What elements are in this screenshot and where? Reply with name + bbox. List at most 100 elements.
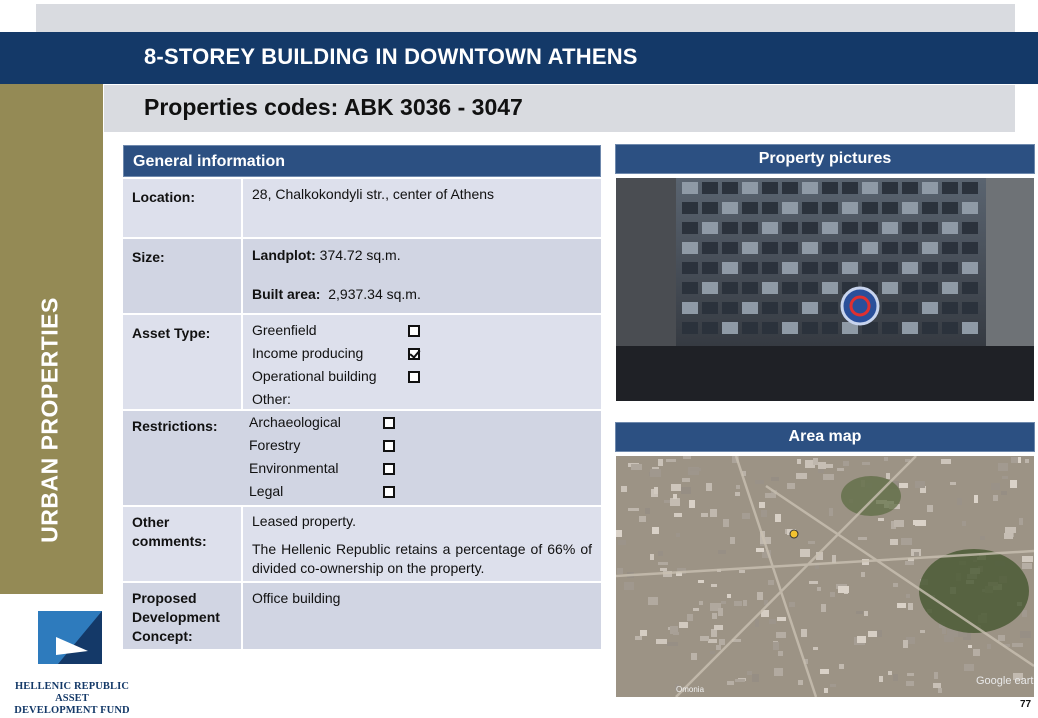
map-city-block	[809, 581, 818, 584]
map-city-block	[710, 651, 715, 654]
map-city-block	[624, 582, 634, 590]
building-window	[802, 262, 818, 274]
map-city-block	[654, 487, 658, 494]
building-window	[782, 302, 798, 314]
building-window	[902, 302, 918, 314]
map-city-block	[761, 510, 767, 517]
building-window	[702, 222, 718, 234]
building-window	[782, 242, 798, 254]
building-window	[842, 182, 858, 194]
building-window	[962, 182, 978, 194]
building-window	[922, 182, 938, 194]
building-window	[942, 202, 958, 214]
building-window	[742, 242, 758, 254]
area-map: Omonia Google earth	[616, 456, 1034, 697]
map-city-block	[962, 521, 966, 526]
building-window	[922, 222, 938, 234]
map-city-block	[1022, 610, 1027, 617]
building-window	[822, 322, 838, 334]
properties-codes: Properties codes: ABK 3036 - 3047	[144, 94, 523, 120]
map-city-block	[798, 680, 803, 685]
archaeological-checkbox[interactable]	[383, 416, 395, 429]
map-city-block	[913, 520, 924, 525]
map-city-block	[666, 459, 676, 462]
map-city-block	[897, 603, 906, 608]
building-window	[682, 302, 698, 314]
map-city-block	[927, 505, 933, 512]
building-window	[762, 202, 778, 214]
map-city-block	[1012, 643, 1023, 647]
building-window	[802, 282, 818, 294]
building-window	[742, 282, 758, 294]
building-window	[782, 202, 798, 214]
building-window	[922, 242, 938, 254]
asset-type-row: Asset Type: Greenfield Income producing …	[123, 313, 601, 409]
forestry-checkbox[interactable]	[383, 439, 395, 452]
map-city-block	[652, 527, 659, 534]
building-window	[882, 222, 898, 234]
building-window	[822, 302, 838, 314]
map-city-block	[650, 554, 654, 560]
map-city-block	[773, 642, 779, 650]
building-window	[842, 202, 858, 214]
map-city-block	[682, 478, 690, 482]
map-city-block	[899, 483, 908, 488]
map-city-block	[938, 688, 942, 693]
building-window	[882, 242, 898, 254]
map-city-block	[716, 645, 721, 650]
building-window	[862, 182, 878, 194]
map-city-block	[617, 568, 623, 574]
map-city-block	[734, 601, 742, 606]
map-city-block	[776, 632, 786, 638]
income-producing-checkbox[interactable]	[408, 347, 420, 360]
greenfield-checkbox[interactable]	[408, 324, 420, 337]
map-city-block	[878, 518, 884, 521]
map-city-block	[679, 622, 688, 628]
building-window	[702, 242, 718, 254]
map-city-block	[941, 459, 951, 464]
map-city-block	[676, 533, 680, 537]
map-city-block	[890, 539, 898, 545]
building-window	[802, 302, 818, 314]
map-city-block	[658, 459, 663, 466]
map-city-block	[800, 549, 810, 557]
map-city-block	[808, 541, 815, 544]
map-city-block	[839, 664, 844, 669]
map-city-block	[837, 468, 844, 471]
map-city-block	[1019, 518, 1023, 525]
map-city-block	[719, 639, 725, 645]
map-city-block	[858, 537, 867, 540]
environmental-checkbox[interactable]	[383, 462, 395, 475]
property-pictures-header: Property pictures	[615, 144, 1035, 174]
building-window	[902, 242, 918, 254]
map-city-block	[730, 537, 735, 544]
building-window	[682, 222, 698, 234]
map-city-block	[906, 594, 910, 598]
map-city-block	[687, 614, 693, 621]
map-city-block	[712, 613, 717, 619]
building-window	[822, 182, 838, 194]
other-comments-row: Other comments: Leased property. The Hel…	[123, 505, 601, 581]
map-city-block	[710, 509, 717, 517]
map-city-block	[711, 629, 717, 637]
building-photo-image	[616, 178, 1034, 401]
map-city-block	[777, 617, 786, 621]
building-window	[782, 222, 798, 234]
building-window	[682, 202, 698, 214]
map-city-block	[759, 502, 765, 508]
building-window	[682, 282, 698, 294]
map-city-block	[868, 631, 877, 637]
building-window	[842, 222, 858, 234]
map-city-block	[718, 608, 723, 616]
map-city-block	[699, 601, 703, 605]
building-window	[902, 262, 918, 274]
legal-checkbox[interactable]	[383, 485, 395, 498]
map-city-block	[735, 679, 745, 682]
map-city-block	[648, 597, 658, 605]
asset-option-other: Other:	[252, 391, 291, 407]
page-title: 8-STOREY BUILDING IN DOWNTOWN ATHENS	[144, 44, 638, 69]
operational-building-checkbox[interactable]	[408, 370, 420, 383]
building-window	[682, 242, 698, 254]
asset-option-greenfield: Greenfield	[252, 319, 592, 342]
building-window	[902, 322, 918, 334]
